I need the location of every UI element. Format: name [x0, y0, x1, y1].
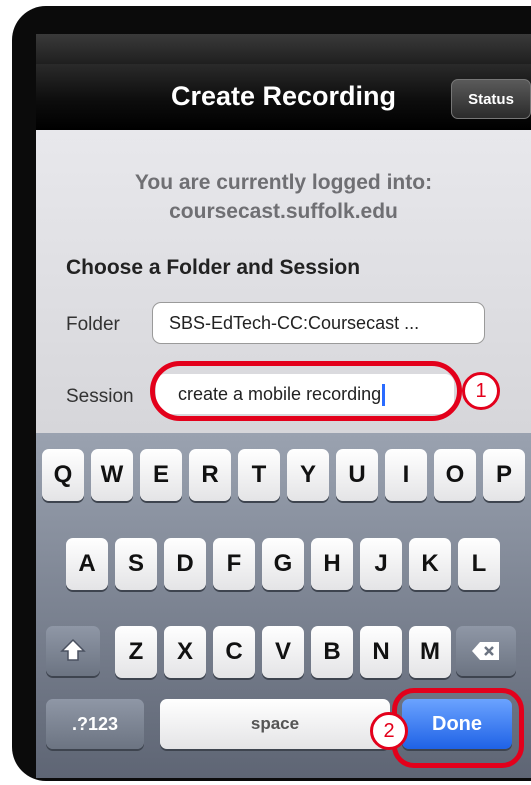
backspace-icon: [456, 640, 516, 669]
key-f[interactable]: F: [213, 538, 255, 590]
key-j[interactable]: J: [360, 538, 402, 590]
key-o[interactable]: O: [434, 449, 476, 501]
login-info-line-1: You are currently logged into:: [134, 171, 433, 194]
session-label: Session: [66, 386, 134, 407]
login-info-line-2: coursecast.suffolk.edu: [169, 200, 398, 223]
key-b[interactable]: B: [311, 626, 353, 678]
key-n[interactable]: N: [360, 626, 402, 678]
shift-key[interactable]: [46, 626, 100, 676]
key-u[interactable]: U: [336, 449, 378, 501]
key-i[interactable]: I: [385, 449, 427, 501]
key-s[interactable]: S: [115, 538, 157, 590]
section-title: Choose a Folder and Session: [66, 256, 361, 279]
key-y[interactable]: Y: [287, 449, 329, 501]
key-g[interactable]: G: [262, 538, 304, 590]
navigation-bar: Create Recording Status: [36, 64, 531, 130]
key-r[interactable]: R: [189, 449, 231, 501]
key-m[interactable]: M: [409, 626, 451, 678]
key-h[interactable]: H: [311, 538, 353, 590]
key-d[interactable]: D: [164, 538, 206, 590]
login-info: You are currently logged into: coursecas…: [36, 168, 531, 226]
key-a[interactable]: A: [66, 538, 108, 590]
numbers-key[interactable]: .?123: [46, 699, 144, 749]
done-highlight-annotation: [392, 688, 524, 768]
key-q[interactable]: Q: [42, 449, 84, 501]
key-l[interactable]: L: [458, 538, 500, 590]
key-x[interactable]: X: [164, 626, 206, 678]
space-key[interactable]: space: [160, 699, 390, 749]
annotation-badge-2: 2: [370, 712, 408, 750]
session-highlight-annotation: [150, 361, 462, 421]
key-c[interactable]: C: [213, 626, 255, 678]
backspace-key[interactable]: [456, 626, 516, 676]
key-k[interactable]: K: [409, 538, 451, 590]
key-w[interactable]: W: [91, 449, 133, 501]
shift-icon: [46, 638, 100, 669]
key-v[interactable]: V: [262, 626, 304, 678]
key-t[interactable]: T: [238, 449, 280, 501]
folder-field[interactable]: SBS-EdTech-CC:Coursecast ...: [152, 302, 485, 344]
key-e[interactable]: E: [140, 449, 182, 501]
folder-label: Folder: [66, 314, 120, 335]
status-bar: [36, 34, 531, 64]
key-z[interactable]: Z: [115, 626, 157, 678]
annotation-badge-1: 1: [462, 372, 500, 410]
status-button[interactable]: Status: [451, 79, 531, 119]
key-p[interactable]: P: [483, 449, 525, 501]
